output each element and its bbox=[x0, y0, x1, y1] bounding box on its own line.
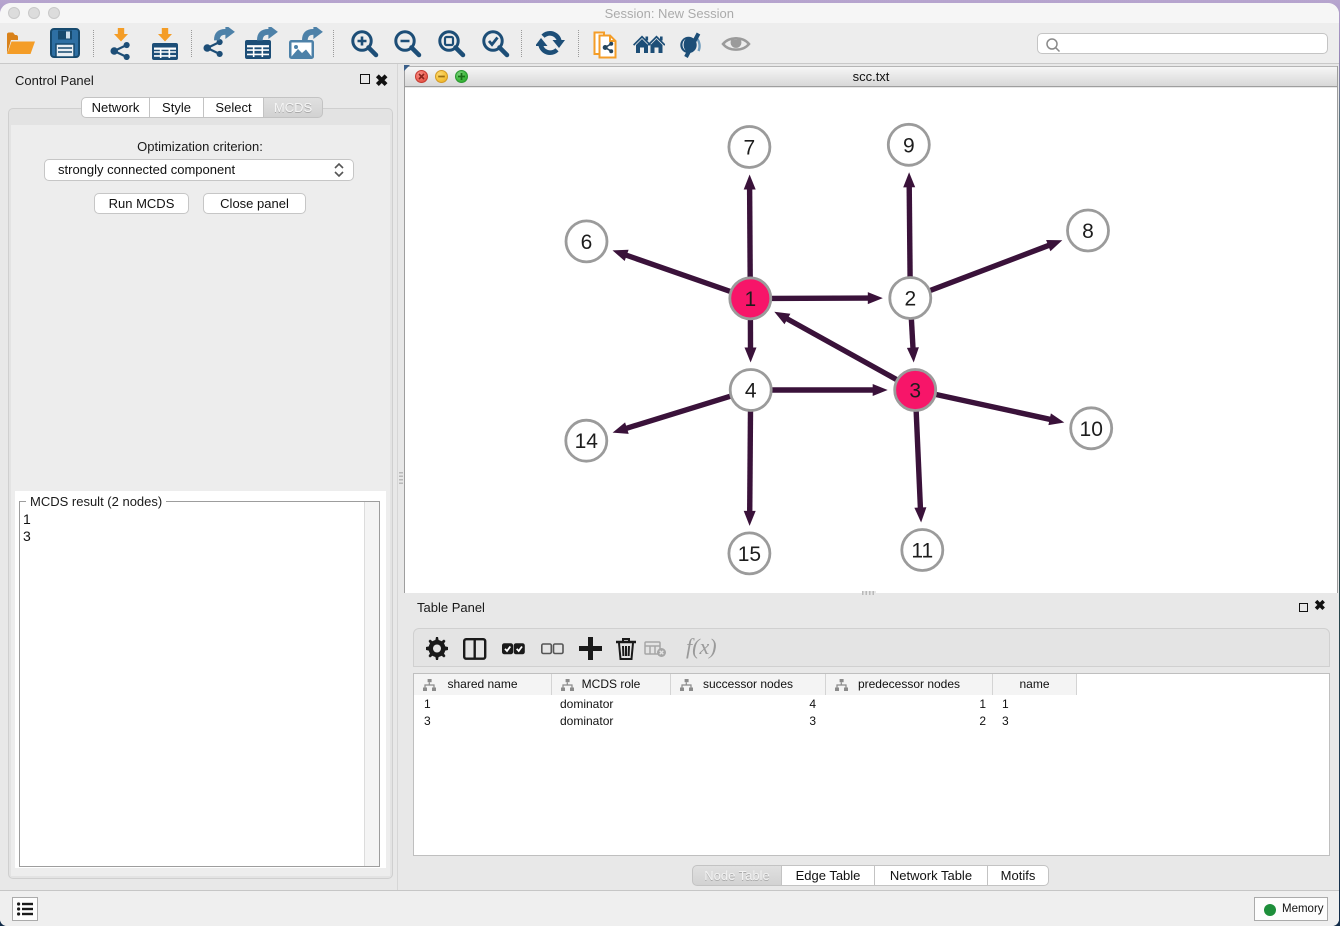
svg-text:4: 4 bbox=[745, 380, 757, 403]
svg-text:9: 9 bbox=[903, 134, 915, 157]
svg-text:14: 14 bbox=[575, 430, 599, 453]
svg-text:15: 15 bbox=[738, 543, 761, 566]
svg-text:11: 11 bbox=[911, 540, 933, 563]
svg-text:10: 10 bbox=[1080, 418, 1103, 441]
svg-text:3: 3 bbox=[909, 380, 921, 403]
svg-text:7: 7 bbox=[744, 137, 756, 160]
svg-text:6: 6 bbox=[581, 231, 593, 254]
svg-text:8: 8 bbox=[1082, 220, 1094, 243]
svg-text:1: 1 bbox=[744, 288, 756, 311]
svg-text:2: 2 bbox=[904, 288, 916, 311]
